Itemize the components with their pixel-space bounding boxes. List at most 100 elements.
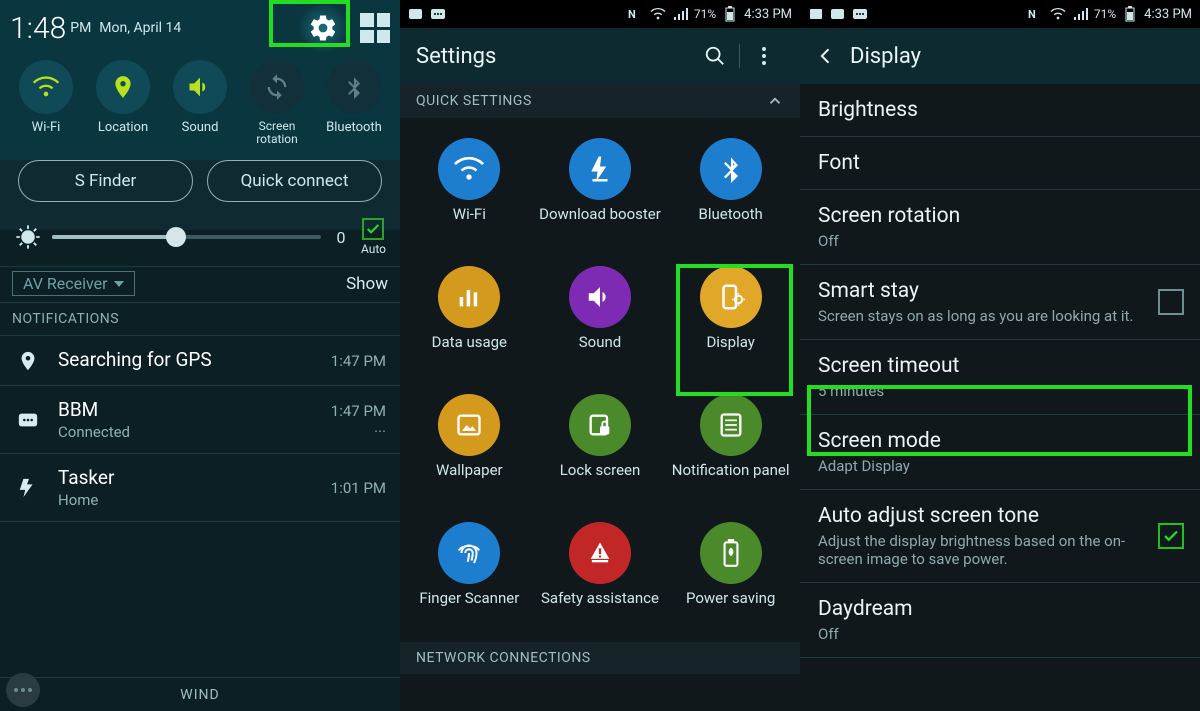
wallpaper-icon: [455, 411, 483, 439]
brightness-row: 0 Auto: [0, 212, 400, 266]
item-auto-adjust-tone[interactable]: Auto adjust screen toneAdjust the displa…: [800, 490, 1200, 583]
brightness-value: 0: [331, 228, 351, 247]
tile-download-booster[interactable]: Download booster: [535, 132, 666, 252]
show-button[interactable]: Show: [346, 274, 388, 294]
battery-pct: 71%: [1094, 7, 1116, 21]
bluetooth-icon: [342, 75, 366, 99]
quick-toggle-row: Wi-Fi Location Sound Screen rotation Blu…: [0, 54, 400, 154]
boost-icon: [585, 154, 615, 184]
settings-header: Settings: [400, 28, 800, 84]
check-icon: [365, 221, 381, 237]
notification-gps[interactable]: Searching for GPS 1:47 PM: [0, 336, 400, 386]
notification-shade: 1:48 PM Mon, April 14 Wi-Fi Location Sou…: [0, 0, 400, 711]
toggle-wifi-label: Wi-Fi: [8, 120, 84, 135]
auto-brightness-label: Auto: [361, 242, 386, 256]
battery-icon: [722, 6, 738, 22]
chevron-left-icon: [816, 46, 836, 66]
toggle-bluetooth-label: Bluetooth: [316, 120, 392, 135]
tile-sound[interactable]: Sound: [535, 260, 666, 380]
status-icon: [408, 6, 424, 22]
tile-notification-panel[interactable]: Notification panel: [665, 388, 796, 508]
tile-wallpaper[interactable]: Wallpaper: [404, 388, 535, 508]
dropdown-icon: [114, 279, 124, 289]
auto-tone-checkbox[interactable]: [1158, 523, 1184, 549]
tile-bluetooth[interactable]: Bluetooth: [665, 132, 796, 252]
notification-title: Tasker: [58, 466, 315, 489]
toggle-location-label: Location: [85, 120, 161, 135]
tile-safety-assistance[interactable]: Safety assistance: [535, 516, 666, 636]
location-icon: [110, 74, 136, 100]
notification-bbm[interactable]: BBMConnected 1:47 PM⋯: [0, 386, 400, 454]
item-font[interactable]: Font: [800, 137, 1200, 190]
smart-stay-checkbox[interactable]: [1158, 289, 1184, 315]
item-screen-rotation[interactable]: Screen rotationOff: [800, 190, 1200, 265]
tile-data-usage[interactable]: Data usage: [404, 260, 535, 380]
clock-date: Mon, April 14: [99, 20, 181, 36]
toggle-rotation[interactable]: Screen rotation: [239, 60, 315, 146]
item-brightness[interactable]: Brightness: [800, 84, 1200, 137]
search-button[interactable]: [695, 45, 735, 67]
tile-display[interactable]: Display: [665, 260, 796, 380]
svg-text:N: N: [628, 8, 636, 21]
check-icon: [1162, 527, 1180, 545]
status-bar: N 71% 4:33 PM: [800, 0, 1200, 28]
auto-brightness-checkbox[interactable]: [362, 218, 384, 240]
bars-icon: [455, 283, 483, 311]
tile-wifi[interactable]: Wi-Fi: [404, 132, 535, 252]
status-time: 4:33 PM: [744, 7, 792, 22]
quick-settings-header[interactable]: QUICK SETTINGS: [400, 84, 800, 118]
auto-brightness-icon: [14, 223, 42, 251]
s-finder-button[interactable]: S Finder: [18, 160, 193, 202]
item-smart-stay[interactable]: Smart stayScreen stays on as long as you…: [800, 265, 1200, 340]
display-header: Display: [800, 28, 1200, 84]
item-screen-mode[interactable]: Screen modeAdapt Display: [800, 415, 1200, 490]
status-time: 4:33 PM: [1144, 7, 1192, 22]
toggle-bluetooth[interactable]: Bluetooth: [316, 60, 392, 146]
tile-lock-screen[interactable]: Lock screen: [535, 388, 666, 508]
notification-time: 1:47 PM: [331, 352, 386, 370]
quick-panel-grid-button[interactable]: [360, 13, 390, 43]
rotation-icon: [263, 73, 291, 101]
bbm-icon: [16, 409, 40, 431]
quick-connect-button[interactable]: Quick connect: [207, 160, 382, 202]
svg-text:N: N: [1028, 8, 1036, 21]
settings-screen: N 71% 4:33 PM Settings QUICK SETTINGS Wi…: [400, 0, 800, 711]
chevron-up-icon: [766, 92, 784, 110]
display-settings-screen: N 71% 4:33 PM Display Brightness Font Sc…: [800, 0, 1200, 711]
battery-pct: 71%: [694, 7, 716, 21]
notification-title: BBM: [58, 398, 315, 421]
status-icon: [808, 6, 824, 22]
wifi-icon: [453, 153, 485, 185]
notification-tasker[interactable]: TaskerHome 1:01 PM: [0, 454, 400, 522]
settings-grid: Wi-Fi Download booster Bluetooth Data us…: [400, 118, 800, 642]
sound-icon: [585, 282, 615, 312]
toggle-sound[interactable]: Sound: [162, 60, 238, 146]
settings-gear-button[interactable]: [296, 4, 350, 52]
status-icon: [830, 6, 846, 22]
battery-icon: [1122, 6, 1138, 22]
back-button[interactable]: [816, 46, 842, 66]
toggle-wifi[interactable]: Wi-Fi: [8, 60, 84, 146]
av-receiver-dropdown[interactable]: AV Receiver: [12, 271, 135, 296]
brightness-slider[interactable]: [52, 235, 321, 239]
tile-finger-scanner[interactable]: Finger Scanner: [404, 516, 535, 636]
power-saving-icon: [718, 538, 744, 568]
overflow-menu-button[interactable]: [744, 47, 784, 65]
bbm-status-icon: [852, 6, 868, 22]
lock-icon: [586, 411, 614, 439]
bbm-status-icon: [430, 6, 446, 22]
notification-title: Searching for GPS: [58, 348, 315, 371]
item-daydream[interactable]: DaydreamOff: [800, 583, 1200, 658]
tile-power-saving[interactable]: Power saving: [665, 516, 796, 636]
clock-ampm: PM: [70, 20, 91, 36]
bluetooth-icon: [717, 155, 745, 183]
display-title: Display: [850, 44, 1184, 69]
network-connections-header[interactable]: NETWORK CONNECTIONS: [400, 642, 800, 674]
wifi-status-icon: [650, 6, 666, 22]
wifi-icon: [32, 73, 60, 101]
signal-icon: [672, 6, 688, 22]
item-screen-timeout[interactable]: Screen timeout5 minutes: [800, 340, 1200, 415]
nfc-icon: N: [1028, 6, 1044, 22]
toggle-location[interactable]: Location: [85, 60, 161, 146]
drag-handle[interactable]: [6, 673, 40, 707]
